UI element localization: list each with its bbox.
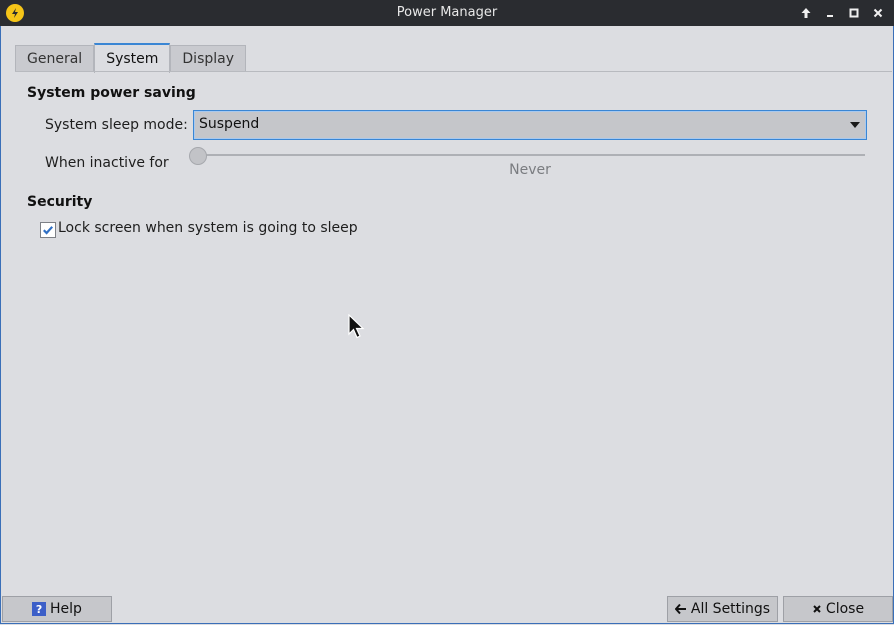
mouse-cursor-icon	[348, 314, 365, 339]
sleep-mode-value: Suspend	[199, 116, 260, 132]
minimize-icon[interactable]	[822, 5, 838, 21]
window-title: Power Manager	[396, 5, 498, 20]
help-icon: ?	[32, 602, 47, 616]
tab-general[interactable]: General	[15, 45, 95, 72]
tab-bar: General System Display	[15, 43, 247, 73]
close-x-icon	[813, 605, 821, 613]
security-heading: Security	[27, 194, 93, 210]
all-settings-button[interactable]: All Settings	[667, 596, 778, 622]
all-settings-label: All Settings	[690, 601, 771, 617]
arrow-left-icon	[674, 603, 686, 615]
help-button-label: Help	[50, 601, 82, 617]
sleep-mode-label: System sleep mode:	[45, 117, 188, 133]
keep-above-icon[interactable]	[798, 5, 814, 21]
maximize-icon[interactable]	[846, 5, 862, 21]
help-button[interactable]: ? Help	[2, 596, 112, 622]
checkmark-icon	[43, 226, 54, 235]
title-bar[interactable]: Power Manager	[0, 0, 894, 26]
close-button-label: Close	[825, 601, 865, 617]
tab-system[interactable]: System	[94, 43, 171, 73]
tab-divider	[15, 71, 892, 72]
dropdown-arrow-icon	[850, 122, 860, 128]
close-button[interactable]: Close	[783, 596, 893, 622]
inactive-value: Never	[509, 162, 551, 178]
sleep-mode-dropdown[interactable]: Suspend	[193, 110, 867, 140]
tab-display[interactable]: Display	[170, 45, 247, 72]
inactive-slider[interactable]	[195, 154, 865, 156]
power-manager-window: General System Display System power savi…	[0, 26, 894, 624]
lock-screen-checkbox[interactable]	[40, 222, 56, 238]
close-icon[interactable]	[870, 5, 886, 21]
power-saving-heading: System power saving	[27, 85, 196, 101]
lock-screen-label[interactable]: Lock screen when system is going to slee…	[58, 220, 358, 236]
